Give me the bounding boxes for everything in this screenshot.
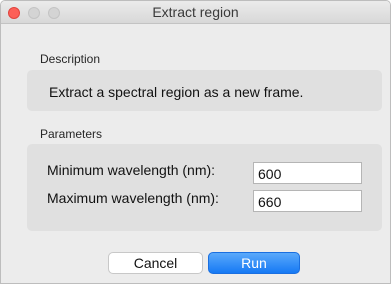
description-text: Extract a spectral region as a new frame… (49, 84, 304, 100)
cancel-button[interactable]: Cancel (108, 252, 203, 274)
run-button[interactable]: Run (208, 252, 300, 274)
extract-region-dialog: Extract region Description Extract a spe… (0, 0, 391, 284)
title-bar[interactable]: Extract region (1, 1, 390, 24)
parameters-group-label: Parameters (40, 127, 103, 141)
maximum-wavelength-label: Maximum wavelength (nm): (47, 190, 219, 206)
description-group-label: Description (40, 52, 101, 66)
description-panel: Extract a spectral region as a new frame… (27, 70, 382, 111)
parameters-panel: Minimum wavelength (nm): Maximum wavelen… (27, 144, 382, 231)
minimum-wavelength-input[interactable] (253, 162, 362, 184)
maximum-wavelength-input[interactable] (253, 190, 362, 212)
minimum-wavelength-label: Minimum wavelength (nm): (47, 162, 216, 178)
window-title: Extract region (152, 4, 239, 20)
